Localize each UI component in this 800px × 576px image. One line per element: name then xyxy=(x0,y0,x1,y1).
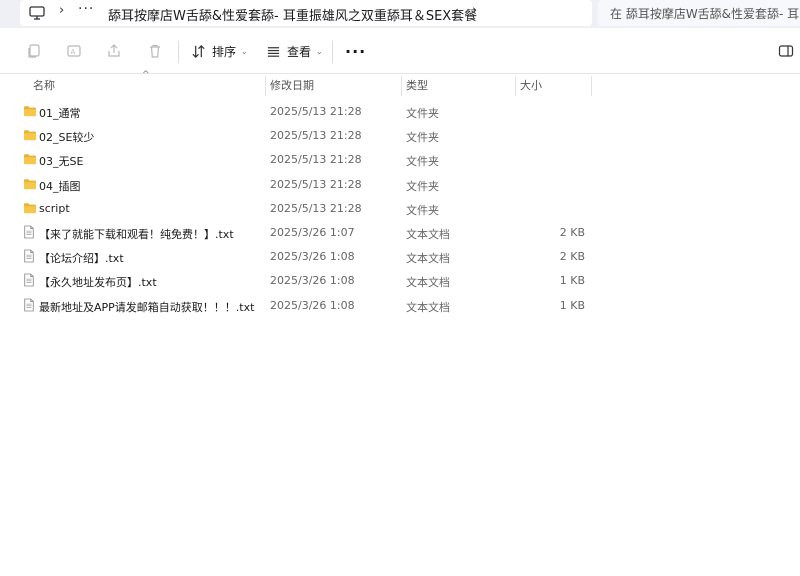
sort-icon xyxy=(192,44,205,58)
file-size: 2 KB xyxy=(559,250,585,264)
folder-icon xyxy=(23,178,37,192)
file-type: 文本文档 xyxy=(406,252,450,266)
file-row[interactable]: 【来了就能下载和观看！纯免费！】.txt 2025/3/26 1:07 文本文档 2 … xyxy=(0,221,800,245)
file-date-modified: 2025/5/13 21:28 xyxy=(270,153,362,167)
column-separator[interactable] xyxy=(401,76,402,96)
rename-icon[interactable]: A xyxy=(66,43,82,59)
file-name: script xyxy=(39,201,70,215)
folder-icon xyxy=(23,105,37,119)
computer-icon[interactable] xyxy=(29,6,45,20)
file-row[interactable]: 【永久地址发布页】.txt 2025/3/26 1:08 文本文档 1 KB xyxy=(0,269,800,293)
file-name: 01_通常 xyxy=(39,107,81,120)
file-date-modified: 2025/5/13 21:28 xyxy=(270,129,362,143)
file-date-modified: 2025/3/26 1:08 xyxy=(270,250,355,264)
column-separator[interactable] xyxy=(265,76,266,96)
file-name: 04_插图 xyxy=(39,179,81,193)
address-bar: › ··· 舔耳按摩店W舌舔&性爱套舔- 耳重振雄风之双重舔耳＆SEX套餐 › … xyxy=(0,0,800,28)
delete-icon[interactable] xyxy=(147,43,163,59)
file-type: 文件夹 xyxy=(406,131,439,145)
file-explorer-window: › ··· 舔耳按摩店W舌舔&性爱套舔- 耳重振雄风之双重舔耳＆SEX套餐 › … xyxy=(0,0,800,576)
search-input[interactable]: 在 舔耳按摩店W舌舔&性爱套舔- 耳 xyxy=(598,0,800,26)
chevron-down-icon: ⌄ xyxy=(241,46,248,56)
sort-label: 排序 xyxy=(212,44,237,59)
file-type: 文件夹 xyxy=(406,155,439,169)
folder-icon xyxy=(23,129,37,143)
column-header-date[interactable]: 修改日期 xyxy=(270,74,314,98)
breadcrumb-chevron-icon[interactable]: › xyxy=(472,3,477,18)
share-icon[interactable] xyxy=(106,43,122,59)
file-name: 【论坛介绍】.txt xyxy=(39,252,124,266)
sort-button[interactable]: 排序 ⌄ xyxy=(191,39,248,63)
file-size: 1 KB xyxy=(559,274,585,288)
column-header-row: ^ 名称 修改日期 类型 大小 xyxy=(0,70,800,98)
command-bar: A 排序 ⌄ 查看 ⌄ ··· xyxy=(0,28,800,74)
file-type: 文件夹 xyxy=(406,203,439,217)
file-row[interactable]: script 2025/5/13 21:28 文件夹 xyxy=(0,197,800,221)
file-name: 03_无SE xyxy=(39,155,84,169)
file-name: 02_SE较少 xyxy=(39,131,95,145)
file-row[interactable]: 02_SE较少 2025/5/13 21:28 文件夹 xyxy=(0,124,800,148)
file-list: 01_通常 2025/5/13 21:28 文件夹 02_SE较少 2025/5/13 … xyxy=(0,100,800,318)
file-type: 文件夹 xyxy=(406,107,439,120)
file-row[interactable]: 03_无SE 2025/5/13 21:28 文件夹 xyxy=(0,148,800,172)
folder-icon xyxy=(23,153,37,167)
file-type: 文件夹 xyxy=(406,179,439,193)
file-row[interactable]: 最新地址及APP请发邮箱自动获取！！！.txt 2025/3/26 1:08 文本文… xyxy=(0,294,800,318)
file-row[interactable]: 01_通常 2025/5/13 21:28 文件夹 xyxy=(0,100,800,124)
command-divider xyxy=(178,41,179,63)
folder-icon xyxy=(23,202,37,216)
file-type: 文本文档 xyxy=(406,227,450,241)
file-row[interactable]: 【论坛介绍】.txt 2025/3/26 1:08 文本文档 2 KB xyxy=(0,245,800,269)
file-size: 2 KB xyxy=(559,225,585,239)
file-type: 文本文档 xyxy=(406,300,450,314)
column-header-type[interactable]: 类型 xyxy=(406,74,428,98)
text-file-icon xyxy=(23,249,37,263)
column-separator[interactable] xyxy=(591,76,592,96)
text-file-icon xyxy=(23,298,37,312)
breadcrumb[interactable]: › ··· 舔耳按摩店W舌舔&性爱套舔- 耳重振雄风之双重舔耳＆SEX套餐 › xyxy=(20,0,592,26)
file-date-modified: 2025/5/13 21:28 xyxy=(270,105,362,118)
copy-icon[interactable] xyxy=(26,43,42,59)
file-type: 文本文档 xyxy=(406,276,450,290)
column-header-name[interactable]: 名称 xyxy=(33,74,55,98)
view-icon xyxy=(267,46,280,57)
sort-ascending-icon: ^ xyxy=(142,70,150,80)
file-date-modified: 2025/5/13 21:28 xyxy=(270,201,362,215)
file-name: 【来了就能下载和观看！纯免费！】.txt xyxy=(39,227,234,241)
file-size: 1 KB xyxy=(559,298,585,312)
view-label: 查看 xyxy=(287,44,312,59)
file-date-modified: 2025/5/13 21:28 xyxy=(270,177,362,191)
file-date-modified: 2025/3/26 1:08 xyxy=(270,298,355,312)
file-row[interactable]: 04_插图 2025/5/13 21:28 文件夹 xyxy=(0,173,800,197)
file-name: 【永久地址发布页】.txt xyxy=(39,276,157,290)
breadcrumb-more-button[interactable]: ··· xyxy=(78,1,94,17)
svg-text:A: A xyxy=(71,48,76,56)
text-file-icon xyxy=(23,225,37,239)
breadcrumb-current-folder[interactable]: 舔耳按摩店W舌舔&性爱套舔- 耳重振雄风之双重舔耳＆SEX套餐 xyxy=(108,5,477,24)
view-button[interactable]: 查看 ⌄ xyxy=(266,39,323,63)
column-separator[interactable] xyxy=(515,76,516,96)
more-options-button[interactable]: ··· xyxy=(345,42,366,61)
chevron-down-icon: ⌄ xyxy=(316,46,323,56)
file-date-modified: 2025/3/26 1:08 xyxy=(270,274,355,288)
column-header-size[interactable]: 大小 xyxy=(520,74,542,98)
file-date-modified: 2025/3/26 1:07 xyxy=(270,225,355,239)
file-name: 最新地址及APP请发邮箱自动获取！！！.txt xyxy=(39,300,255,314)
details-pane-icon[interactable] xyxy=(778,43,794,59)
text-file-icon xyxy=(23,273,37,287)
search-placeholder: 在 舔耳按摩店W舌舔&性爱套舔- 耳 xyxy=(610,7,800,21)
breadcrumb-chevron-icon[interactable]: › xyxy=(59,3,64,18)
command-divider xyxy=(332,41,333,63)
